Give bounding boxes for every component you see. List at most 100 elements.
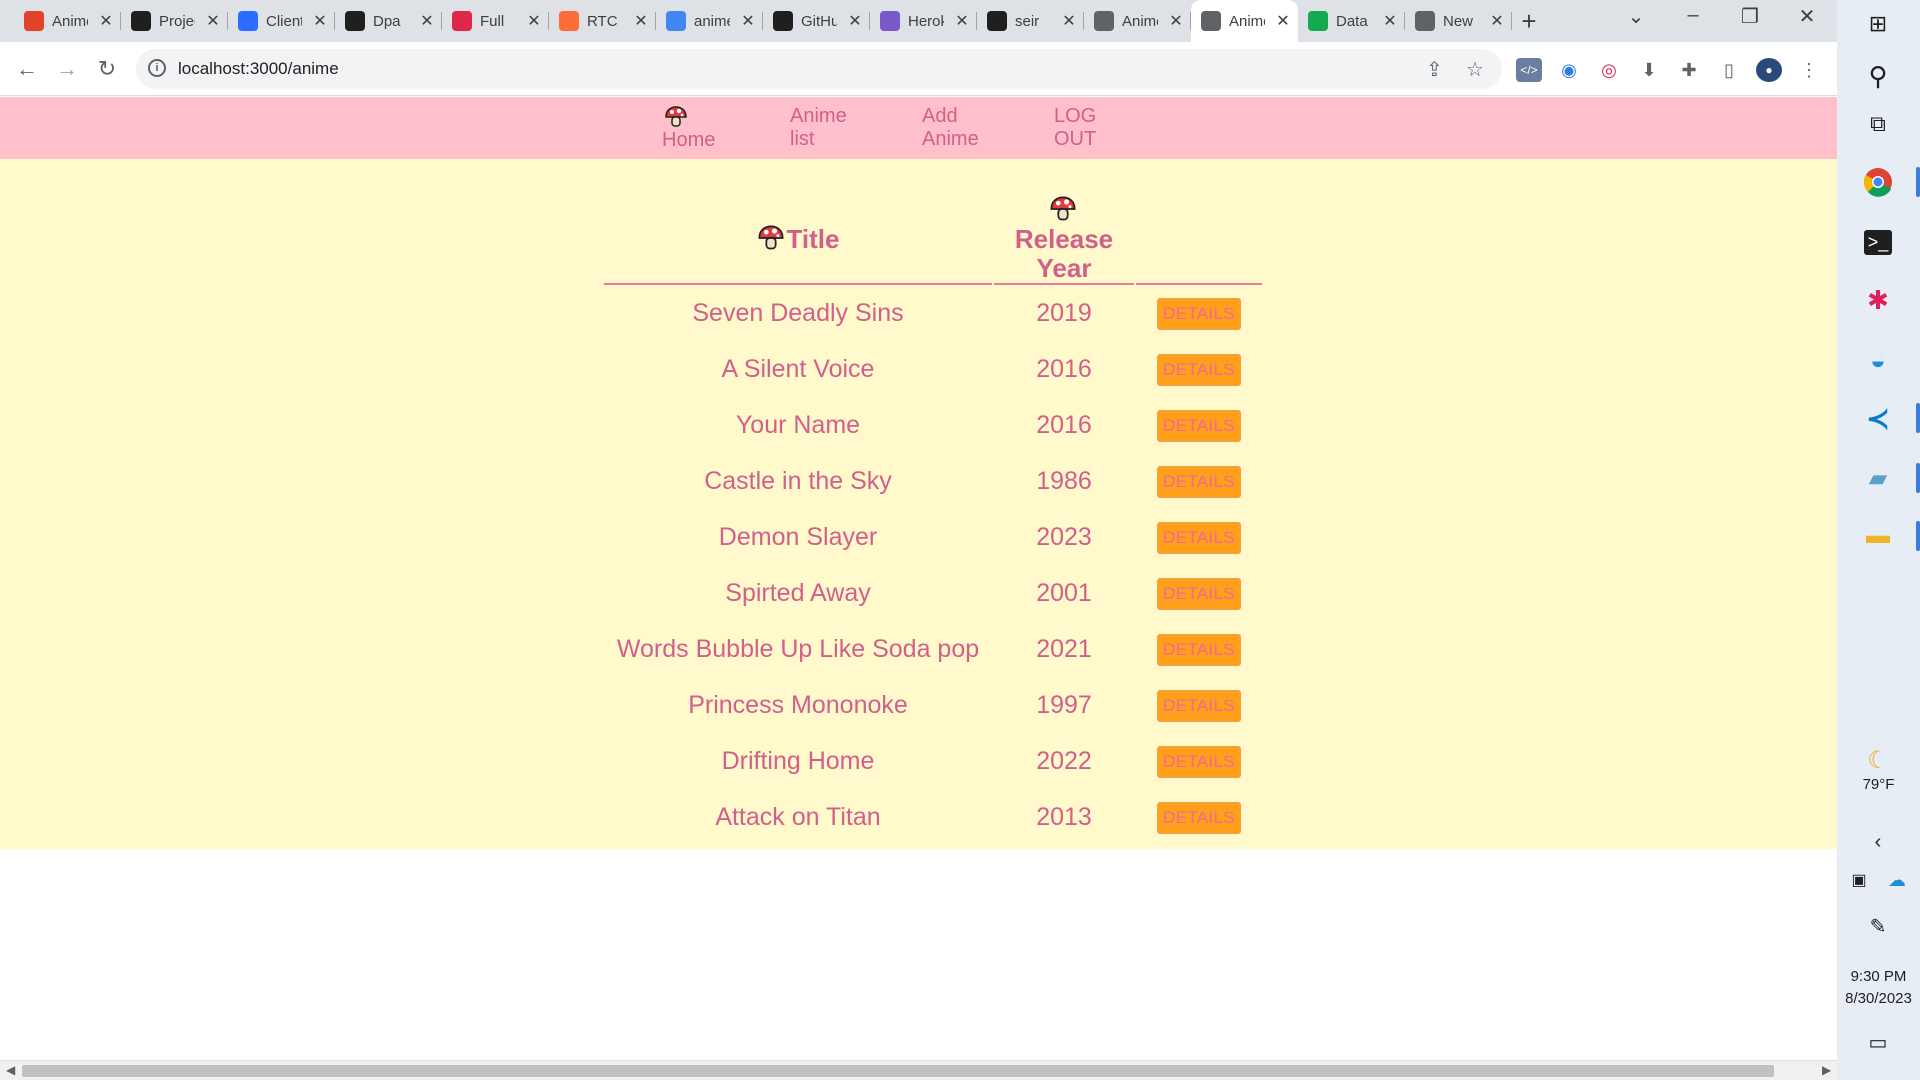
close-tab-icon[interactable]: ✕ <box>526 11 542 31</box>
browser-tab[interactable]: Anime ✕ <box>14 4 121 38</box>
close-tab-icon[interactable]: ✕ <box>1382 11 1398 31</box>
windows-start-icon[interactable]: ⊞ <box>1858 4 1898 44</box>
browser-tab[interactable]: Anime ✕ <box>1191 0 1298 42</box>
anime-title-cell: Princess Mononoke <box>688 690 908 719</box>
nav-home-link[interactable]: Home <box>662 105 715 152</box>
notification-center-icon[interactable]: ▭ <box>1858 1022 1898 1062</box>
menu-kebab-icon[interactable]: ⋮ <box>1796 58 1822 82</box>
browser-tab[interactable]: Project ✕ <box>121 4 228 38</box>
details-button[interactable]: DETAILS <box>1157 465 1241 498</box>
target-extension-icon[interactable]: ◎ <box>1596 58 1622 82</box>
close-tab-icon[interactable]: ✕ <box>205 11 221 31</box>
browser-tab[interactable]: Full ✕ <box>442 4 549 38</box>
close-tab-icon[interactable]: ✕ <box>740 11 756 31</box>
scroll-left-arrow-icon[interactable]: ◀ <box>6 1063 15 1077</box>
share-icon[interactable]: ⇪ <box>1426 57 1443 82</box>
address-bar[interactable]: i localhost:3000/anime ⇪ ☆ <box>136 49 1502 89</box>
close-tab-icon[interactable]: ✕ <box>847 11 863 31</box>
tab-title: Dpa <box>373 12 401 30</box>
close-tab-icon[interactable]: ✕ <box>419 11 435 31</box>
slack-icon[interactable]: ✱ <box>1858 280 1898 320</box>
browser-tab[interactable]: Anime ✕ <box>1084 4 1191 38</box>
browser-tab[interactable]: New ✕ <box>1405 4 1512 38</box>
scroll-right-arrow-icon[interactable]: ▶ <box>1822 1063 1831 1077</box>
vscode-icon[interactable]: ≺ <box>1858 398 1898 438</box>
pen-icon[interactable]: ✎ <box>1858 906 1898 946</box>
details-button[interactable]: DETAILS <box>1157 745 1241 778</box>
details-button[interactable]: DETAILS <box>1157 521 1241 554</box>
weather-temperature[interactable]: 79°F <box>1837 776 1920 793</box>
close-tab-icon[interactable]: ✕ <box>1489 11 1505 31</box>
close-tab-icon[interactable]: ✕ <box>312 11 328 31</box>
browser-tab[interactable]: GitHub ✕ <box>763 4 870 38</box>
browser-tab[interactable]: anime ✕ <box>656 4 763 38</box>
terminal-icon[interactable]: >_ <box>1858 222 1898 262</box>
anime-row: Your Name 2016 DETAILS <box>604 397 1262 453</box>
chrome-icon[interactable] <box>1858 162 1898 202</box>
show-hidden-icons-chevron-icon[interactable]: ‹ <box>1858 822 1898 862</box>
nav-home-label: Home <box>662 129 716 151</box>
details-button[interactable]: DETAILS <box>1157 353 1241 386</box>
close-window-icon[interactable]: ✕ <box>1792 4 1822 29</box>
details-button[interactable]: DETAILS <box>1157 633 1241 666</box>
new-tab-button[interactable]: + <box>1515 6 1543 37</box>
app-navbar: Home Anime list Add Anime LOG OUT <box>0 97 1837 159</box>
restore-icon[interactable]: ❐ <box>1735 4 1765 29</box>
details-button[interactable]: DETAILS <box>1157 689 1241 722</box>
browser-tab[interactable]: Heroku ✕ <box>870 4 977 38</box>
edge-icon[interactable]: ◒ <box>1858 340 1898 380</box>
forward-arrow-icon[interactable]: → <box>52 54 82 84</box>
extensions-puzzle-icon[interactable]: ✚ <box>1676 58 1702 82</box>
file-explorer-icon[interactable]: ▬ <box>1858 516 1898 556</box>
details-button[interactable]: DETAILS <box>1157 297 1241 330</box>
google-icon <box>666 11 686 31</box>
bookmark-star-icon[interactable]: ☆ <box>1466 57 1484 82</box>
minimize-icon[interactable]: – <box>1678 4 1708 27</box>
browser-tab[interactable]: Data ✕ <box>1298 4 1405 38</box>
url-text[interactable]: localhost:3000/anime <box>178 59 339 79</box>
close-tab-icon[interactable]: ✕ <box>1275 11 1291 31</box>
close-tab-icon[interactable]: ✕ <box>1061 11 1077 31</box>
back-arrow-icon[interactable]: ← <box>12 54 42 84</box>
github-icon <box>987 11 1007 31</box>
clock-date[interactable]: 8/30/2023 <box>1837 990 1920 1007</box>
weather-moon-icon[interactable]: ☾ <box>1858 740 1898 780</box>
browser-tab[interactable]: seir ✕ <box>977 4 1084 38</box>
devtools-extension-icon[interactable]: </> <box>1516 58 1542 82</box>
search-icon[interactable]: ⚲ <box>1858 56 1898 96</box>
windows-tool-icon[interactable]: ▰ <box>1858 458 1898 498</box>
close-tab-icon[interactable]: ✕ <box>1168 11 1184 31</box>
release-year-cell: 1997 <box>1036 690 1092 719</box>
tab-search-icon[interactable]: ⌄ <box>1621 4 1651 29</box>
details-button[interactable]: DETAILS <box>1157 801 1241 834</box>
details-button[interactable]: DETAILS <box>1157 409 1241 442</box>
browser-tab[interactable]: RTC ✕ <box>549 4 656 38</box>
browser-tab[interactable]: Dpa ✕ <box>335 4 442 38</box>
meet-icon[interactable]: ▣ <box>1839 860 1879 900</box>
file-explorer-active-indicator <box>1916 521 1920 551</box>
site-info-icon[interactable]: i <box>148 59 166 77</box>
chrome-active-indicator <box>1916 167 1920 197</box>
nav-anime-list-link[interactable]: Anime list <box>790 105 860 151</box>
tab-title: Anime <box>1229 12 1265 30</box>
details-button[interactable]: DETAILS <box>1157 577 1241 610</box>
translate-extension-icon[interactable]: ◉ <box>1556 58 1582 82</box>
browser-tab[interactable]: Client ✕ <box>228 4 335 38</box>
globe-icon <box>1415 11 1435 31</box>
task-view-icon[interactable]: ⧉ <box>1858 104 1898 144</box>
onedrive-icon[interactable]: ☁ <box>1877 860 1917 900</box>
download-icon[interactable]: ⬇ <box>1636 58 1662 82</box>
side-panel-icon[interactable]: ▯ <box>1716 58 1742 82</box>
clock-time[interactable]: 9:30 PM <box>1837 968 1920 985</box>
anime-title-cell: Demon Slayer <box>718 522 878 551</box>
nav-logout-link[interactable]: LOG OUT <box>1054 105 1104 151</box>
scrollbar-thumb[interactable] <box>22 1065 1774 1077</box>
horizontal-scrollbar[interactable]: ◀ ▶ <box>0 1060 1837 1080</box>
close-tab-icon[interactable]: ✕ <box>633 11 649 31</box>
close-tab-icon[interactable]: ✕ <box>98 11 114 31</box>
close-tab-icon[interactable]: ✕ <box>954 11 970 31</box>
profile-avatar[interactable]: ● <box>1756 58 1782 82</box>
nav-add-anime-link[interactable]: Add Anime <box>922 105 992 151</box>
reload-icon[interactable]: ↻ <box>92 54 122 84</box>
gitlab-icon <box>24 11 44 31</box>
